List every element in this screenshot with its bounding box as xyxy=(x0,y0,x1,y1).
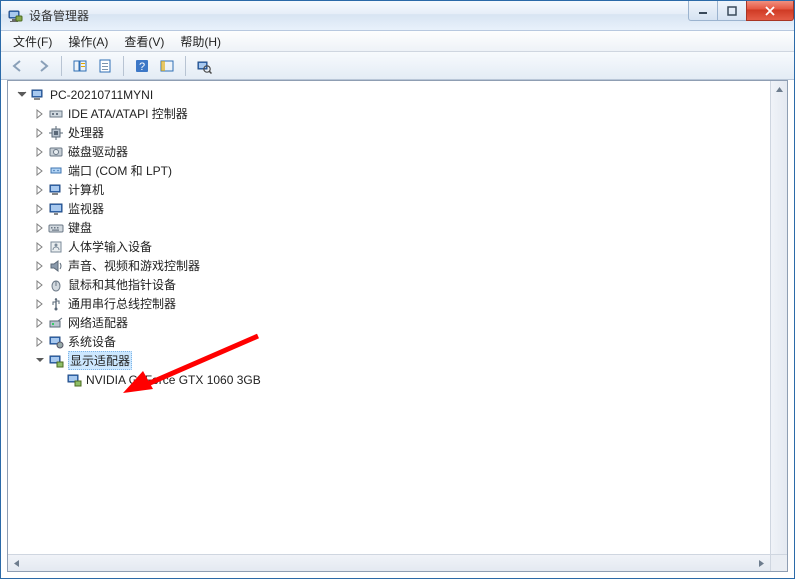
tree-item-usb[interactable]: 通用串行总线控制器 xyxy=(12,294,787,313)
tree-item-label: 键盘 xyxy=(68,219,92,236)
app-icon xyxy=(7,8,23,24)
tree-item-disk[interactable]: 磁盘驱动器 xyxy=(12,142,787,161)
tree-root-label: PC-20210711MYNI xyxy=(50,88,153,102)
scan-hardware-button[interactable] xyxy=(192,55,216,77)
vertical-scrollbar[interactable] xyxy=(770,81,787,571)
title-bar: 设备管理器 xyxy=(1,1,794,31)
menu-action[interactable]: 操作(A) xyxy=(60,31,116,52)
tree-item-processor[interactable]: 处理器 xyxy=(12,123,787,142)
tree-item-display-adapters[interactable]: 显示适配器 xyxy=(12,351,787,370)
hid-icon xyxy=(48,239,64,255)
cpu-icon xyxy=(48,125,64,141)
mouse-icon xyxy=(48,277,64,293)
expander-icon[interactable] xyxy=(34,108,46,120)
tree-root[interactable]: PC-20210711MYNI xyxy=(12,85,787,104)
back-button[interactable] xyxy=(6,55,30,77)
expander-icon[interactable] xyxy=(16,89,28,101)
action-pane-button[interactable] xyxy=(155,55,179,77)
tree-item-label: 显示适配器 xyxy=(68,351,132,370)
scroll-corner xyxy=(770,554,787,571)
expander-icon[interactable] xyxy=(34,260,46,272)
tree-item-sound[interactable]: 声音、视频和游戏控制器 xyxy=(12,256,787,275)
tree-item-label: 声音、视频和游戏控制器 xyxy=(68,257,200,274)
show-hide-console-button[interactable] xyxy=(68,55,92,77)
pc-icon xyxy=(48,182,64,198)
disk-icon xyxy=(48,144,64,160)
tree-item-label: 端口 (COM 和 LPT) xyxy=(68,162,172,179)
monitor-icon xyxy=(48,201,64,217)
tree-item-label: 网络适配器 xyxy=(68,314,128,331)
forward-button[interactable] xyxy=(31,55,55,77)
device-tree[interactable]: PC-20210711MYNI IDE ATA/ATAPI 控制器 处理器 磁盘… xyxy=(8,81,787,389)
network-icon xyxy=(48,315,64,331)
expander-icon[interactable] xyxy=(34,184,46,196)
expander-icon[interactable] xyxy=(34,298,46,310)
tree-item-computer[interactable]: 计算机 xyxy=(12,180,787,199)
expander-icon[interactable] xyxy=(34,127,46,139)
maximize-button[interactable] xyxy=(717,1,747,21)
scroll-right-icon[interactable] xyxy=(753,555,770,571)
system-icon xyxy=(48,334,64,350)
expander-icon[interactable] xyxy=(34,279,46,291)
tree-item-label: 处理器 xyxy=(68,124,104,141)
speaker-icon xyxy=(48,258,64,274)
horizontal-scrollbar[interactable] xyxy=(8,554,770,571)
expander-icon[interactable] xyxy=(34,241,46,253)
scroll-left-icon[interactable] xyxy=(8,555,25,571)
controller-icon xyxy=(48,106,64,122)
tree-item-mouse[interactable]: 鼠标和其他指针设备 xyxy=(12,275,787,294)
expander-icon[interactable] xyxy=(34,203,46,215)
minimize-button[interactable] xyxy=(688,1,718,21)
expander-icon[interactable] xyxy=(34,146,46,158)
tree-item-label: IDE ATA/ATAPI 控制器 xyxy=(68,105,188,122)
menu-view[interactable]: 查看(V) xyxy=(116,31,172,52)
tree-item-ide[interactable]: IDE ATA/ATAPI 控制器 xyxy=(12,104,787,123)
expander-icon[interactable] xyxy=(34,336,46,348)
expander-icon[interactable] xyxy=(34,355,46,367)
tree-item-gpu[interactable]: NVIDIA GeForce GTX 1060 3GB xyxy=(12,370,787,389)
window-title: 设备管理器 xyxy=(29,7,89,24)
tree-item-label: 通用串行总线控制器 xyxy=(68,295,176,312)
tree-item-hid[interactable]: 人体学输入设备 xyxy=(12,237,787,256)
help-button[interactable]: ? xyxy=(130,55,154,77)
tree-item-system[interactable]: 系统设备 xyxy=(12,332,787,351)
tree-item-label: 鼠标和其他指针设备 xyxy=(68,276,176,293)
expander-icon[interactable] xyxy=(34,317,46,329)
usb-icon xyxy=(48,296,64,312)
port-icon xyxy=(48,163,64,179)
tree-item-label: 计算机 xyxy=(68,181,104,198)
menu-help[interactable]: 帮助(H) xyxy=(172,31,229,52)
svg-text:?: ? xyxy=(139,61,145,73)
close-button[interactable] xyxy=(746,1,794,21)
properties-button[interactable] xyxy=(93,55,117,77)
scroll-up-icon[interactable] xyxy=(771,81,787,98)
tree-item-label: 系统设备 xyxy=(68,333,116,350)
computer-icon xyxy=(30,87,46,103)
display-adapter-icon xyxy=(48,353,64,369)
keyboard-icon xyxy=(48,220,64,236)
menu-bar: 文件(F) 操作(A) 查看(V) 帮助(H) xyxy=(1,31,794,52)
display-adapter-icon xyxy=(66,372,82,388)
menu-file[interactable]: 文件(F) xyxy=(5,31,60,52)
tree-item-keyboard[interactable]: 键盘 xyxy=(12,218,787,237)
expander-icon[interactable] xyxy=(34,165,46,177)
tree-item-label: 监视器 xyxy=(68,200,104,217)
tree-item-label: 磁盘驱动器 xyxy=(68,143,128,160)
tree-item-network[interactable]: 网络适配器 xyxy=(12,313,787,332)
tree-pane: PC-20210711MYNI IDE ATA/ATAPI 控制器 处理器 磁盘… xyxy=(7,80,788,572)
expander-icon[interactable] xyxy=(34,222,46,234)
tree-item-label: NVIDIA GeForce GTX 1060 3GB xyxy=(86,373,261,387)
toolbar: ? xyxy=(1,52,794,80)
tree-item-monitor[interactable]: 监视器 xyxy=(12,199,787,218)
tree-item-label: 人体学输入设备 xyxy=(68,238,152,255)
tree-item-ports[interactable]: 端口 (COM 和 LPT) xyxy=(12,161,787,180)
